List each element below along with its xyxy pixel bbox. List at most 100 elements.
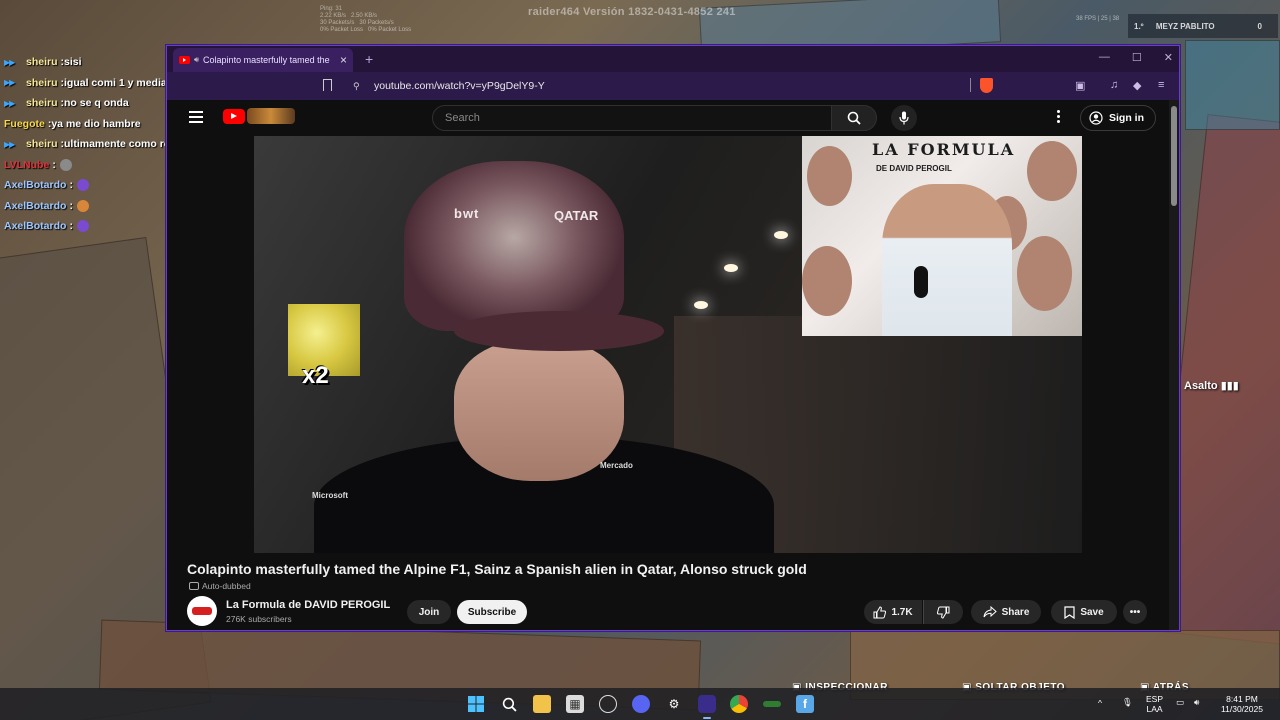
chat-text: no se q onda <box>64 97 129 110</box>
game-version: raider464 Versión 1832-0431-4852 241 <box>528 6 736 18</box>
brave-browser-icon[interactable] <box>698 695 716 713</box>
reader-mode-icon[interactable]: ▣ <box>1075 79 1085 92</box>
assault-label: Asalto ▮▮▮ <box>1184 380 1239 392</box>
account-icon <box>1089 111 1103 125</box>
share-button[interactable]: Share <box>971 600 1041 624</box>
shirt-logo-microsoft: Microsoft <box>312 491 348 500</box>
file-explorer-icon[interactable] <box>533 695 551 713</box>
channel-avatar[interactable] <box>187 596 217 626</box>
tab-title: Colapinto masterfully tamed the <box>203 55 330 65</box>
pip-title: LA FORMULA <box>872 140 1016 159</box>
rank-badge: 0 <box>1257 22 1262 31</box>
cap-sponsor-qatar: QATAR <box>554 208 599 223</box>
youtube-header: Search Sign in <box>167 100 1167 136</box>
chat-username[interactable]: AxelBotardo <box>4 200 66 212</box>
youtube-page: Search Sign in bwt QATAR Microsoft Merca… <box>167 100 1179 630</box>
chat-emote-icon <box>59 158 72 171</box>
youtube-doodle[interactable] <box>247 108 295 124</box>
new-tab-button[interactable]: + <box>365 51 373 67</box>
windows-start-icon[interactable] <box>467 695 485 713</box>
driver-cap <box>404 161 624 331</box>
chat-username[interactable]: AxelBotardo <box>4 179 66 191</box>
settings-gear-icon[interactable]: ⚙︎ <box>665 695 683 713</box>
scrollbar-thumb[interactable] <box>1171 106 1177 206</box>
maximize-button[interactable]: ☐ <box>1132 51 1142 64</box>
url-field[interactable]: youtube.com/watch?v=yP9gDelY9-Y <box>374 80 545 92</box>
like-button[interactable]: 1.7K <box>864 600 922 624</box>
gif-multiplier: x2 <box>302 362 329 389</box>
fps-counter: 38 FPS | 25 | 38 <box>1076 16 1120 22</box>
sign-in-button[interactable]: Sign in <box>1080 105 1156 131</box>
microphone-icon <box>899 111 909 125</box>
search-button[interactable] <box>831 105 877 131</box>
tab-close-icon[interactable]: × <box>340 53 347 67</box>
chat-username[interactable]: sheiru <box>26 77 58 89</box>
more-icon: ••• <box>1129 606 1141 618</box>
chat-emote-icon <box>76 179 89 192</box>
driver-face <box>454 341 624 481</box>
store-icon[interactable]: ▦ <box>566 695 584 713</box>
minimize-button[interactable]: — <box>1099 51 1110 64</box>
chat-username[interactable]: LVLNube <box>4 159 49 171</box>
search-input[interactable]: Search <box>432 105 832 131</box>
window-controls: — ☐ ✕ <box>1099 51 1173 64</box>
volume-icon[interactable]: 🔊︎ <box>1194 697 1199 707</box>
tray-chevron-icon[interactable]: ^ <box>1098 698 1102 708</box>
subscribe-button[interactable]: Subscribe <box>457 600 527 624</box>
thumbs-up-icon <box>873 605 887 618</box>
youtube-favicon-icon <box>179 56 190 64</box>
hamburger-menu-icon[interactable] <box>189 111 203 123</box>
dubbed-icon <box>189 582 199 590</box>
dislike-button[interactable] <box>923 600 963 624</box>
chat-username[interactable]: AxelBotardo <box>4 220 66 232</box>
clock[interactable]: 8:41 PM 11/30/2025 <box>1218 694 1266 714</box>
menu-icon[interactable]: ≡ <box>1158 79 1164 91</box>
windows-taskbar: ▦ ⚙︎ f ^ 🎙︎ ESP LAA ▭ 🔊︎ 8:41 PM 11/30/202… <box>0 688 1280 720</box>
chat-username[interactable]: sheiru <box>26 97 58 109</box>
keyboard-language[interactable]: ESP LAA <box>1146 694 1163 714</box>
mic-tray-icon[interactable]: 🎙︎ <box>1122 697 1133 707</box>
brave-shield-icon[interactable] <box>980 78 993 93</box>
youtube-logo-icon[interactable] <box>223 109 245 124</box>
game-hud-top: Ping: 31 2.22 KB/s 2.50 KB/s 30 Packets/… <box>0 4 1280 38</box>
search-taskbar-icon[interactable] <box>500 695 518 713</box>
chat-username[interactable]: Fuegote <box>4 118 45 130</box>
settings-kebab-icon[interactable] <box>1057 110 1061 125</box>
presenter <box>882 184 1012 336</box>
twitch-badge-icon: ▶▶ <box>4 98 15 108</box>
scrollbar[interactable] <box>1169 100 1179 630</box>
save-button[interactable]: Save <box>1051 600 1117 624</box>
join-button[interactable]: Join <box>407 600 451 624</box>
browser-window: 🔊︎ Colapinto masterfully tamed the × + —… <box>166 45 1180 631</box>
steam-icon[interactable] <box>599 695 617 713</box>
channel-name[interactable]: La Formula de DAVID PEROGIL <box>226 599 390 611</box>
chat-username[interactable]: sheiru <box>26 138 58 150</box>
chat-text: ya me dio hambre <box>51 117 141 130</box>
speaker-icon[interactable]: 🔊︎ <box>194 55 199 65</box>
search-icon <box>847 111 861 125</box>
network-icon[interactable]: ▭ <box>1176 697 1184 707</box>
pip-subtitle: DE DAVID PEROGIL <box>876 164 952 173</box>
twitch-badge-icon: ▶▶ <box>4 78 15 88</box>
chat-username[interactable]: sheiru <box>26 56 58 68</box>
app-f-icon[interactable]: f <box>796 695 814 713</box>
cap-sponsor-bwt: bwt <box>454 206 480 221</box>
close-window-button[interactable]: ✕ <box>1164 51 1173 64</box>
chat-text: sisi <box>64 56 82 69</box>
wallet-icon[interactable]: ◆ <box>1133 79 1141 92</box>
more-actions-button[interactable]: ••• <box>1123 600 1147 624</box>
media-icon[interactable]: ♫ <box>1110 79 1118 91</box>
thumbs-down-icon <box>937 606 950 619</box>
site-info-icon[interactable]: ⚲ <box>353 81 360 92</box>
twitch-badge-icon: ▶▶ <box>4 139 15 149</box>
video-picture-in-picture: LA FORMULA DE DAVID PEROGIL <box>802 136 1082 336</box>
tab-youtube[interactable]: 🔊︎ Colapinto masterfully tamed the × <box>173 48 353 72</box>
studio-microphone <box>914 266 928 298</box>
voice-search-button[interactable] <box>891 105 917 131</box>
discord-icon[interactable] <box>632 695 650 713</box>
video-player[interactable]: bwt QATAR Microsoft Mercado x2 LA FORMUL… <box>254 136 1082 553</box>
twitch-badge-icon: ▶▶ <box>4 57 15 67</box>
chrome-icon[interactable] <box>730 695 748 713</box>
bookmark-icon[interactable] <box>323 79 332 91</box>
streaming-app-icon[interactable] <box>763 701 781 707</box>
